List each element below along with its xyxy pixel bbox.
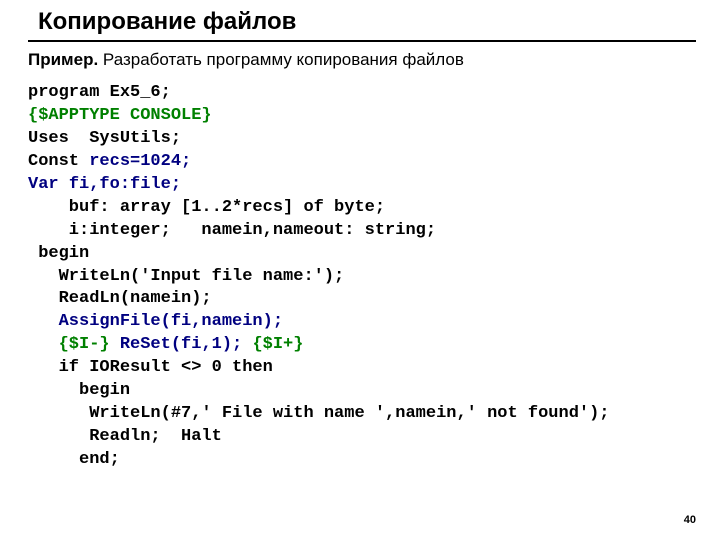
subtitle-rest: Разработать программу копирования файлов [98, 50, 464, 69]
code-line-10: ReadLn(namein); [28, 289, 212, 308]
code-line-3: Uses SysUtils; [28, 129, 181, 148]
code-line-9: WriteLn('Input file name:'); [28, 267, 344, 286]
code-line-1: program Ex5_6; [28, 83, 171, 102]
title-underline [28, 40, 696, 42]
code-line-2: {$APPTYPE CONSOLE} [28, 106, 212, 125]
code-line-15: WriteLn(#7,' File with name ',namein,' n… [28, 404, 610, 423]
code-line-7: i:integer; namein,nameout: string; [28, 221, 436, 240]
code-line-17: end; [28, 450, 120, 469]
code-line-14: begin [28, 381, 130, 400]
code-line-5: Var fi,fo:file; [28, 175, 181, 194]
page-number: 40 [684, 514, 696, 526]
example-subtitle: Пример. Разработать программу копировани… [28, 50, 696, 70]
slide: Копирование файлов Пример. Разработать п… [0, 0, 720, 472]
code-line-11: AssignFile(fi,namein); [28, 312, 283, 331]
code-line-13: if IOResult <> 0 then [28, 358, 273, 377]
code-line-12: {$I-} ReSet(fi,1); {$I+} [28, 335, 303, 354]
code-line-6: buf: array [1..2*recs] of byte; [28, 198, 385, 217]
subtitle-bold: Пример. [28, 50, 98, 69]
code-line-8: begin [28, 244, 89, 263]
code-line-4: Const recs=1024; [28, 152, 191, 171]
slide-title: Копирование файлов [38, 8, 696, 36]
code-line-16: Readln; Halt [28, 427, 222, 446]
code-block: program Ex5_6; {$APPTYPE CONSOLE} Uses S… [28, 82, 696, 472]
